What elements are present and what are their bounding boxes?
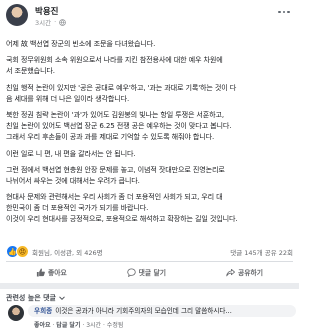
comment-bubble: 우희종 이것은 공과가 아니라 기회주의자의 모습인데 그리 말씀하시다... bbox=[28, 305, 296, 317]
post-text-line: 어제 故 백선엽 장군의 빈소에 조문을 다녀왔습니다. bbox=[6, 39, 156, 48]
divider bbox=[6, 261, 293, 262]
post-paragraph: 현대사 문제와 관련해서는 우리 사회가 좀 더 포용적인 사회가 되고, 우리… bbox=[6, 191, 296, 224]
comment-like-link[interactable]: 좋아요 bbox=[34, 322, 51, 329]
post-text-line: 북한 정권 침략 논란이 '과'가 있어도 김원봉의 빛나는 항일 투쟁은 서훈… bbox=[6, 110, 225, 120]
author-name[interactable]: 박용진 bbox=[35, 5, 58, 17]
post-text-line: 그런 점에서 백선엽 현충원 안장 문제를 놓고, 이념적 잣대만으로 진영논리… bbox=[6, 164, 225, 174]
post-paragraph: 국회 정무위원회 소속 위원으로서 나라를 지킨 참전용사에 대한 예우 차원에… bbox=[6, 54, 296, 76]
like-button[interactable]: 좋아요 bbox=[36, 267, 67, 277]
post-paragraph: 북한 정권 침략 논란이 '과'가 있어도 김원봉의 빛나는 항일 투쟁은 서훈… bbox=[6, 109, 296, 142]
comment-button[interactable]: 댓글 달기 bbox=[126, 267, 167, 277]
angry-reaction-icon: 😠 bbox=[16, 245, 29, 258]
related-comments: 관련성 높은 댓글 우희종 이것은 공과가 아니라 기회주의자의 모습인데 그리 … bbox=[0, 289, 299, 332]
post-paragraph: 친일 행적 논란이 있지만 '공은 공대로 예우'하고, '과는 과대로 기록'… bbox=[6, 82, 296, 104]
comment-icon bbox=[126, 267, 136, 277]
more-options-icon[interactable] bbox=[277, 7, 291, 17]
commenter-avatar[interactable] bbox=[8, 305, 24, 321]
post-text-line: 현대사 문제와 관련해서는 우리 사회가 좀 더 포용적인 사회가 되고, 우리… bbox=[6, 192, 223, 202]
comment-text: 이것은 공과가 아니라 기회주의자의 모습인데 그리 말씀하시다... bbox=[55, 307, 232, 315]
reaction-summary[interactable]: 👍 😠 회원님, 이성관, 외 426명 댓글 145개 공유 22회 bbox=[6, 244, 293, 258]
share-label: 공유하기 bbox=[238, 269, 264, 277]
reaction-names[interactable]: 회원님, 이성관, 외 426명 bbox=[32, 247, 103, 257]
post-paragraph: 이런 일로 니 편, 내 편을 갈라서는 안 됩니다. bbox=[6, 148, 296, 159]
post-text-line: 한민국이 좀 더 포용적인 국가가 되기를 바랍니다. bbox=[6, 203, 149, 213]
post-text-line: 이런 일로 니 편, 내 편을 갈라서는 안 됩니다. bbox=[6, 148, 136, 158]
commenter-name[interactable]: 우희종 bbox=[34, 307, 52, 315]
comment-share-counts[interactable]: 댓글 145개 공유 22회 bbox=[230, 247, 293, 257]
chevron-down-icon bbox=[59, 296, 65, 301]
share-button[interactable]: 공유하기 bbox=[226, 267, 263, 277]
comment-time[interactable]: 3시간 bbox=[86, 322, 101, 329]
post-meta: 3시간 · bbox=[35, 17, 66, 27]
facebook-post: 박용진 3시간 · 어제 故 백선엽 장군의 빈소에 조문을 다녀왔습니다. 국회… bbox=[0, 0, 299, 283]
globe-icon bbox=[59, 18, 66, 26]
thumbs-up-icon bbox=[36, 267, 45, 277]
related-comments-title[interactable]: 관련성 높은 댓글 bbox=[6, 293, 65, 303]
post-text-line: 국회 정무위원회 소속 위원으로서 나라를 지킨 참전용사에 대한 예우 차원에 bbox=[6, 55, 223, 65]
comment-edited: 수정됨 bbox=[106, 322, 124, 329]
post-text-line: 음 세대를 위해 더 나은 일이라 생각합니다. bbox=[6, 93, 130, 103]
post-text-line: 이것이 우리 현대사를 긍정적으로, 포용적으로 해석하고 확장하는 길일 것입… bbox=[6, 214, 238, 224]
post-text-line: 친일 논란이 있어도 백선엽 장군 6.25 전쟁 공은 예우하는 것이 맞다고… bbox=[6, 121, 232, 131]
comment-reply-link[interactable]: 답글 달기 bbox=[56, 322, 80, 329]
post-paragraph: 그런 점에서 백선엽 현충원 안장 문제를 놓고, 이념적 잣대만으로 진영논리… bbox=[6, 164, 296, 186]
reaction-icons: 👍 😠 bbox=[6, 245, 29, 258]
comment-label: 댓글 달기 bbox=[138, 269, 167, 277]
post-header: 박용진 3시간 · bbox=[6, 4, 293, 34]
post-actions: 좋아요 댓글 달기 공유하기 bbox=[6, 265, 293, 279]
post-paragraph: 어제 故 백선엽 장군의 빈소에 조문을 다녀왔습니다. bbox=[6, 38, 296, 49]
post-text-line: 나뉘어서 싸우는 것에 대해서는 우려가 큽니다. bbox=[6, 175, 140, 185]
author-avatar[interactable] bbox=[6, 4, 28, 26]
post-text-line: 친일 행적 논란이 있지만 '공은 공대로 예우'하고, '과는 과대로 기록'… bbox=[6, 82, 237, 92]
post-body: 어제 故 백선엽 장군의 빈소에 조문을 다녀왔습니다. 국회 정무위원회 소속 … bbox=[6, 38, 296, 230]
post-text-line: 그래서 우리 후손들이 공과 과를 제대로 기억할 수 있도록 해줘야 합니다. bbox=[6, 132, 215, 142]
post-time[interactable]: 3시간 bbox=[35, 17, 51, 27]
comment-actions: 좋아요 · 답글 달기 · 3시간 · 수정됨 bbox=[34, 322, 124, 329]
share-icon bbox=[226, 268, 235, 276]
post-text-line: 서 조문했습니다. bbox=[6, 66, 55, 76]
like-label: 좋아요 bbox=[47, 269, 67, 277]
